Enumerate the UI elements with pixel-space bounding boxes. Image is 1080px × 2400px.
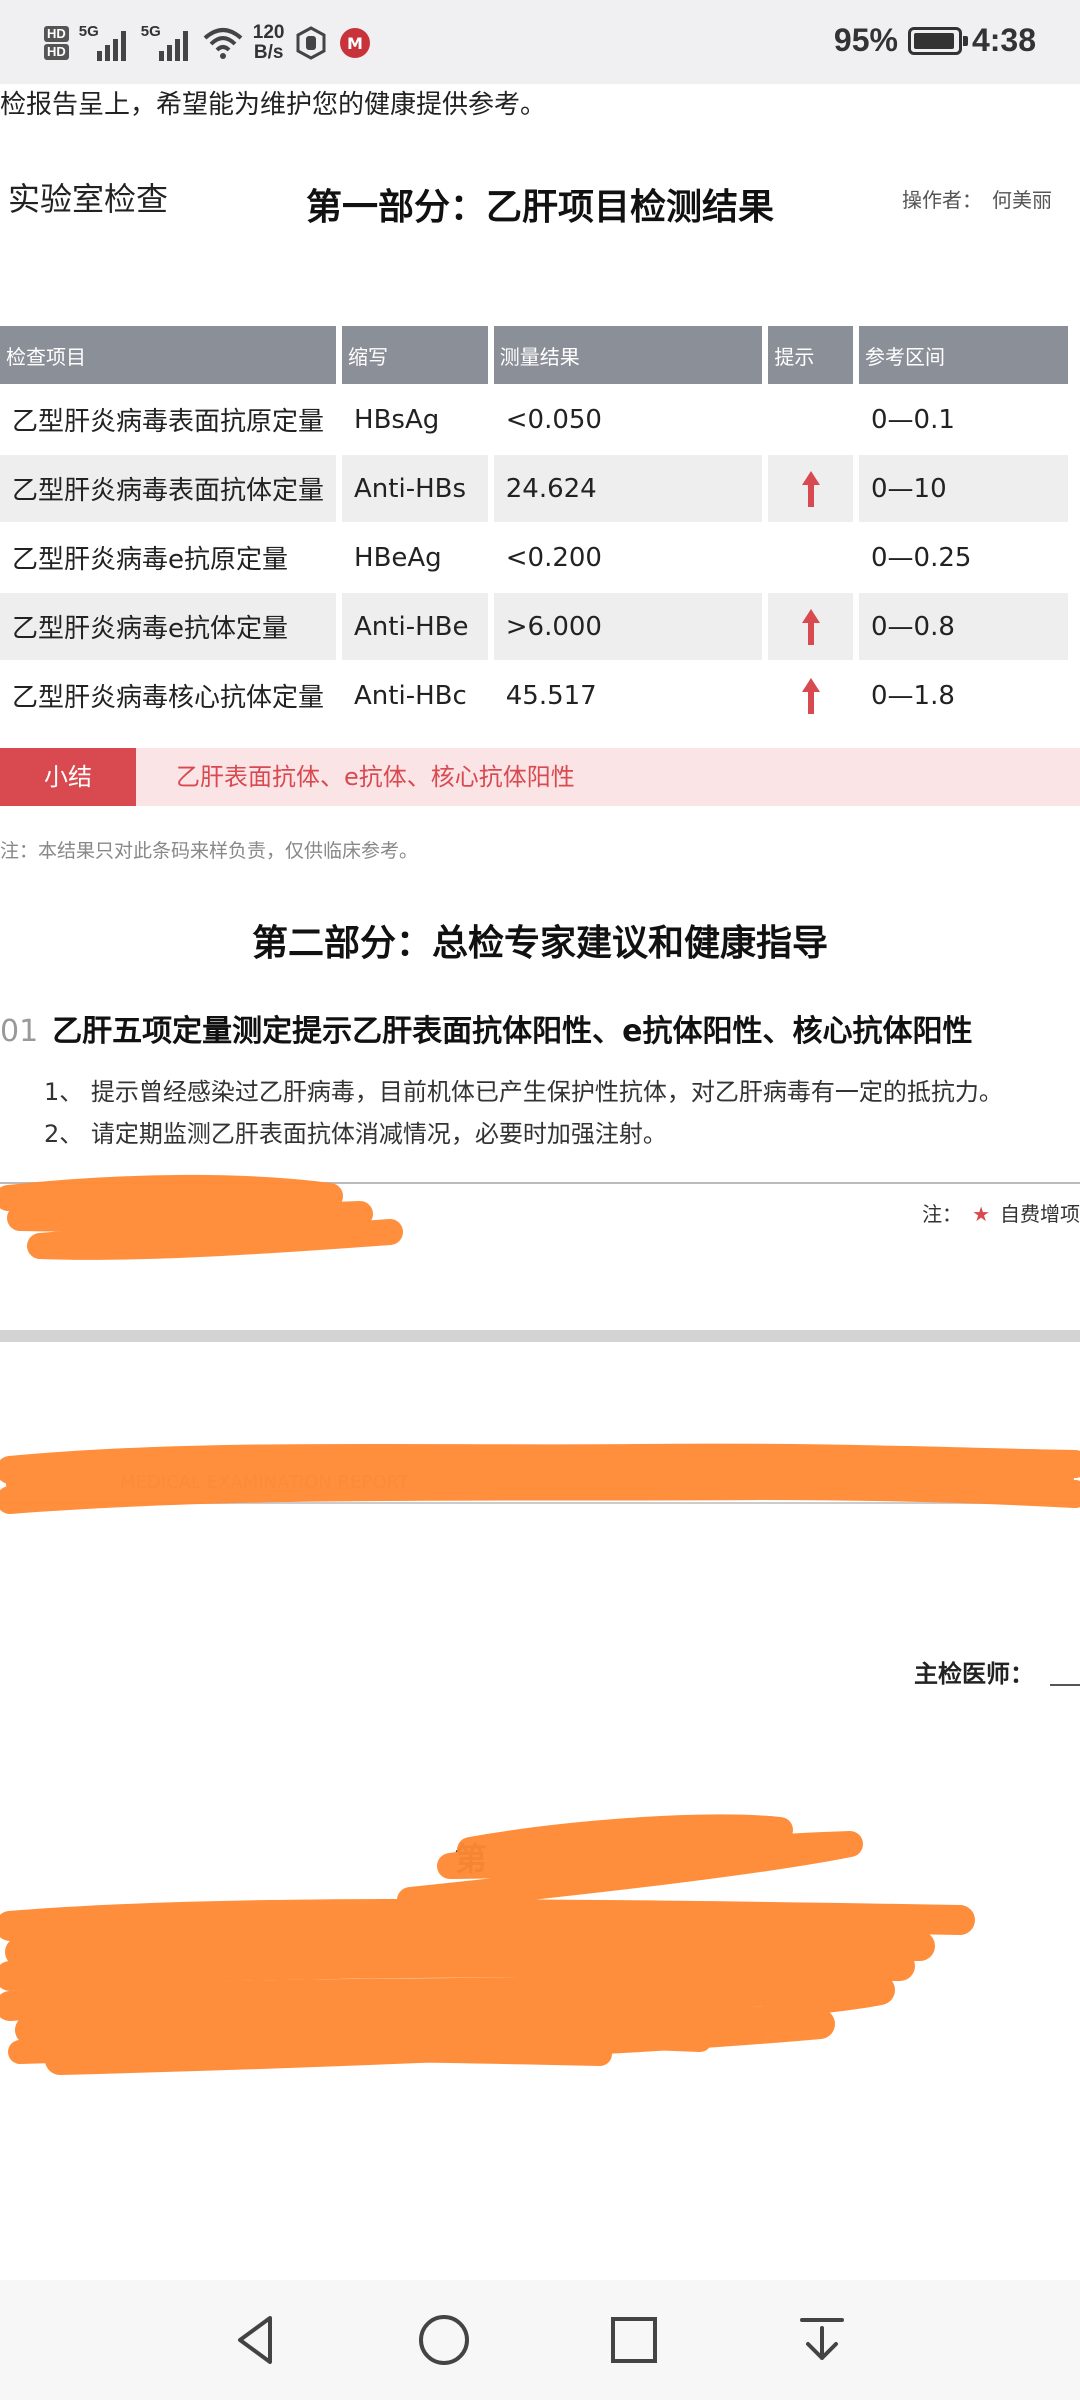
svg-text:M: M xyxy=(348,34,364,53)
chief-doctor-label: 主检医师： xyxy=(914,1660,1034,1688)
table-row: 乙型肝炎病毒表面抗原定量 HBsAg <0.050 0—0.1 xyxy=(0,386,1068,455)
summary-label: 小结 xyxy=(0,748,136,806)
battery-percent: 95% xyxy=(833,22,898,58)
test-result: <0.050 xyxy=(493,386,763,455)
network-speed: 120 B/s xyxy=(252,22,285,63)
navigation-bar xyxy=(0,2280,1080,2400)
back-icon[interactable] xyxy=(226,2310,286,2370)
signature-line xyxy=(1050,1684,1080,1686)
bank-app-icon: M xyxy=(340,28,371,58)
test-name: 乙型肝炎病毒核心抗体定量 xyxy=(0,662,337,731)
column-header: 检查项目 xyxy=(0,326,337,386)
test-abbr: HBsAg xyxy=(342,386,488,455)
intro-text: 检报告呈上，希望能为维护您的健康提供参考。 xyxy=(0,90,547,120)
flag-cell xyxy=(768,386,854,455)
reference-range: 0—1.8 xyxy=(859,662,1068,731)
column-header: 测量结果 xyxy=(493,326,763,386)
home-icon[interactable] xyxy=(414,2310,474,2370)
test-abbr: Anti-HBs xyxy=(342,455,488,524)
table-row: 乙型肝炎病毒e抗体定量 Anti-HBe >6.000 0—0.8 xyxy=(0,593,1068,662)
test-abbr: Anti-HBe xyxy=(342,593,488,662)
divider xyxy=(0,1182,1080,1184)
column-header: 缩写 xyxy=(342,326,488,386)
advice-item: 1、 提示曾经感染过乙肝病毒，目前机体已产生保护性抗体，对乙肝病毒有一定的抵抗力… xyxy=(44,1078,1003,1106)
advice-number: 01 xyxy=(0,1014,39,1049)
table-row: 乙型肝炎病毒核心抗体定量 Anti-HBc 45.517 0—1.8 xyxy=(0,662,1068,731)
table-row: 乙型肝炎病毒表面抗体定量 Anti-HBs 24.624 0—10 xyxy=(0,455,1068,524)
test-result: 24.624 xyxy=(493,455,763,524)
reference-range: 0—0.8 xyxy=(859,593,1068,662)
star-icon: ★ xyxy=(972,1202,990,1226)
flag-cell xyxy=(768,455,854,524)
hand-icon xyxy=(296,26,326,60)
status-bar: HD HD 5G 5G 120 B/s M 95% 4:38 xyxy=(0,0,1080,84)
signal-icon: 5G xyxy=(79,23,131,61)
column-header: 提示 xyxy=(768,326,854,386)
test-name: 乙型肝炎病毒表面抗原定量 xyxy=(0,386,337,455)
page2-header: MEDICAL EXAMINATION REPORT xyxy=(120,1472,409,1493)
test-name: 乙型肝炎病毒e抗体定量 xyxy=(0,593,337,662)
lab-results-table: 检查项目 缩写 测量结果 提示 参考区间 乙型肝炎病毒表面抗原定量 HBsAg … xyxy=(0,326,1074,731)
part2-title: 第二部分：总检专家建议和健康指导 xyxy=(251,923,828,964)
test-result: 45.517 xyxy=(493,662,763,731)
operator: 操作者： 何美丽 xyxy=(902,188,1052,212)
recents-icon[interactable] xyxy=(604,2310,664,2370)
flag-cell xyxy=(768,593,854,662)
table-header-row: 检查项目 缩写 测量结果 提示 参考区间 xyxy=(0,326,1068,386)
test-abbr: Anti-HBc xyxy=(342,662,488,731)
up-arrow-icon xyxy=(801,608,820,645)
hd-icon: HD HD xyxy=(44,26,69,60)
up-arrow-icon xyxy=(801,677,820,714)
test-abbr: HBeAg xyxy=(342,524,488,593)
table-row: 乙型肝炎病毒e抗原定量 HBeAg <0.200 0—0.25 xyxy=(0,524,1068,593)
result-footnote: 注：本结果只对此条码来样负责，仅供临床参考。 xyxy=(0,840,419,862)
test-name: 乙型肝炎病毒表面抗体定量 xyxy=(0,455,337,524)
test-result: <0.200 xyxy=(493,524,763,593)
advice-item: 2、 请定期监测乙肝表面抗体消减情况，必要时加强注射。 xyxy=(44,1120,667,1148)
page-break xyxy=(0,1330,1080,1342)
menu-down-icon[interactable] xyxy=(792,2310,852,2370)
flag-cell xyxy=(768,524,854,593)
reference-range: 0—0.1 xyxy=(859,386,1068,455)
test-result: >6.000 xyxy=(493,593,763,662)
part3-title: 第 xyxy=(455,1840,488,1878)
reference-range: 0—0.25 xyxy=(859,524,1068,593)
battery-icon xyxy=(907,26,968,55)
test-name: 乙型肝炎病毒e抗原定量 xyxy=(0,524,337,593)
signal-icon: 5G xyxy=(141,23,193,61)
divider xyxy=(0,1502,1080,1504)
clock: 4:38 xyxy=(971,22,1036,58)
advice-heading: 01 乙肝五项定量测定提示乙肝表面抗体阳性、e抗体阳性、核心抗体阳性 xyxy=(0,1014,973,1049)
self-paid-note: 注： ★ 自费增项 xyxy=(922,1202,1080,1226)
reference-range: 0—10 xyxy=(859,455,1068,524)
lab-section-title: 实验室检查 xyxy=(8,180,169,218)
flag-cell xyxy=(768,662,854,731)
wifi-icon xyxy=(203,28,243,59)
summary-text: 乙肝表面抗体、e抗体、核心抗体阳性 xyxy=(176,763,575,791)
summary-bar: 小结 乙肝表面抗体、e抗体、核心抗体阳性 xyxy=(0,748,1080,806)
column-header: 参考区间 xyxy=(859,326,1068,386)
up-arrow-icon xyxy=(801,470,820,507)
